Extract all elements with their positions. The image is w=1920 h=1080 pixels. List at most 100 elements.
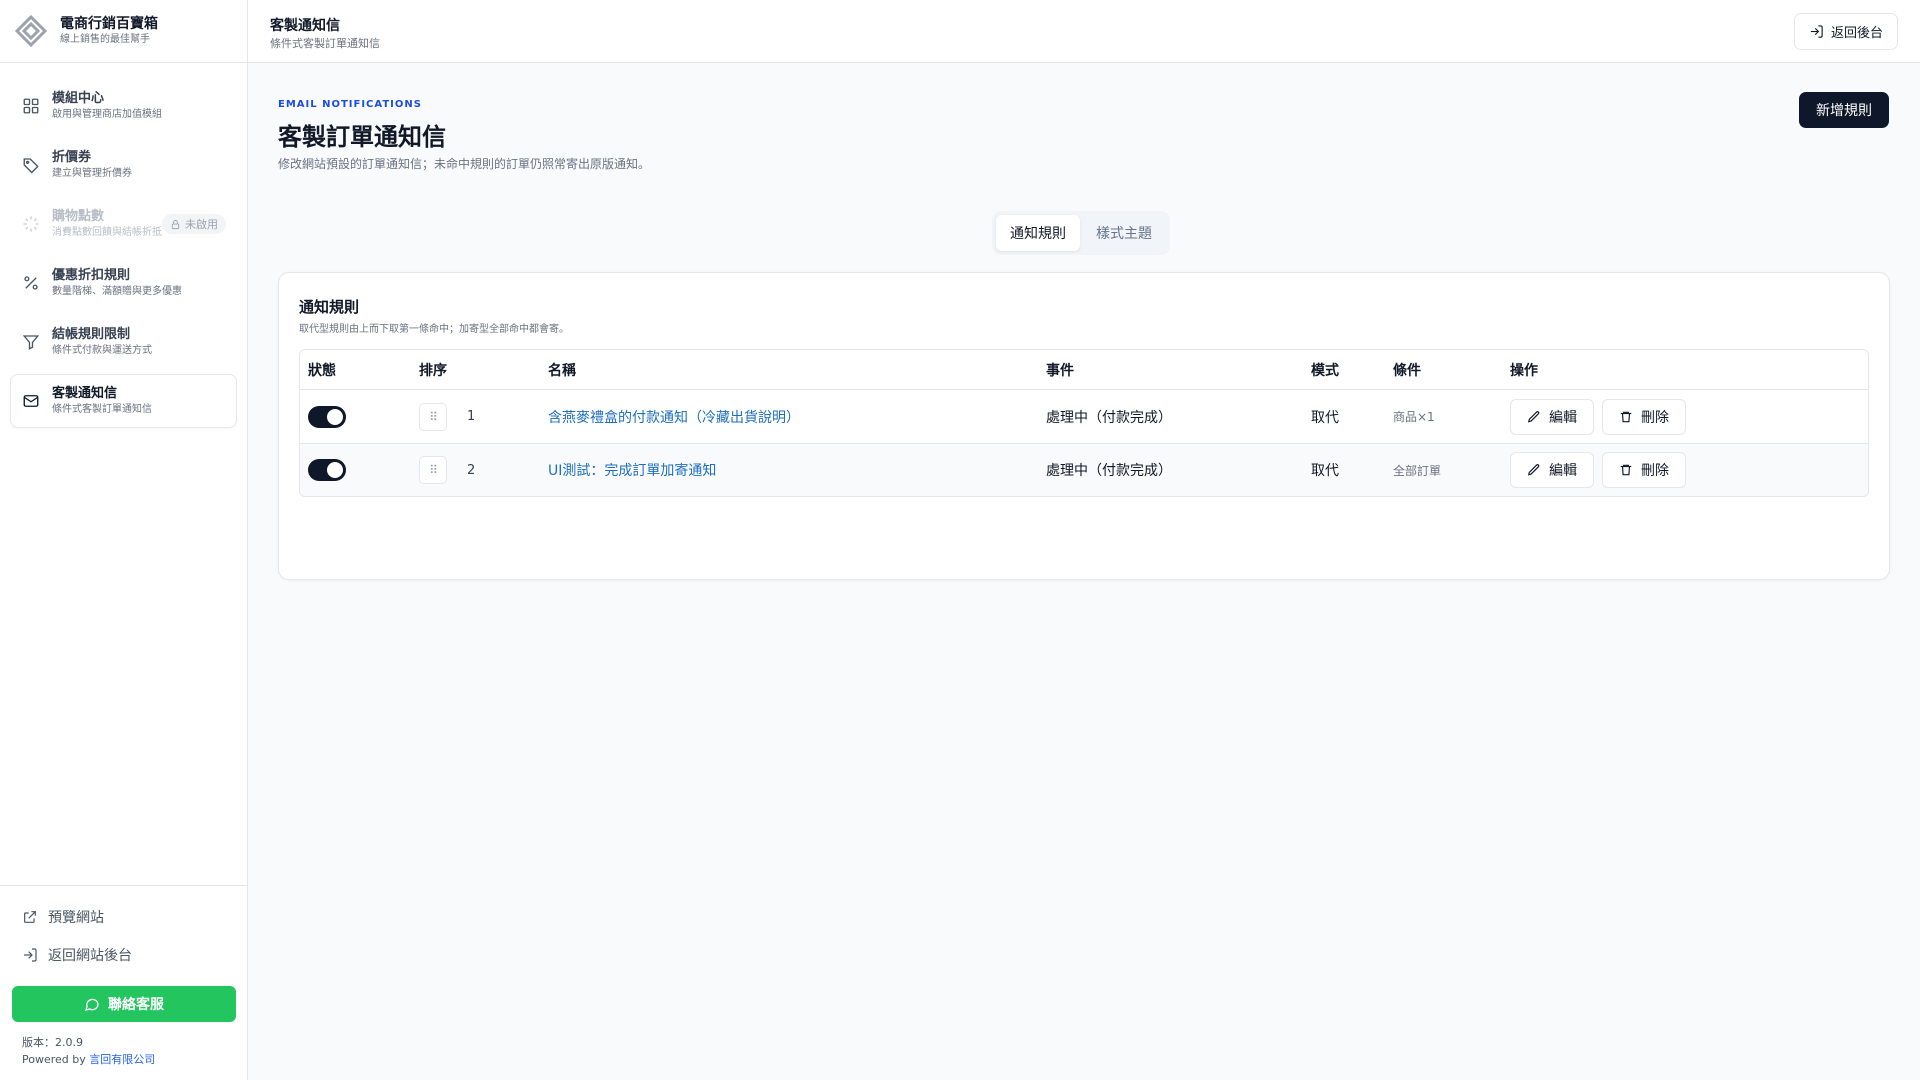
preview-site-label: 預覽網站: [48, 910, 104, 926]
back-to-backend-button[interactable]: 返回後台: [1793, 13, 1898, 50]
contact-support-label: 聯絡客服: [108, 997, 164, 1013]
log-in-icon: [1810, 25, 1823, 38]
grid-icon: [21, 96, 41, 116]
rule-event: 處理中（付款完成）: [1046, 409, 1172, 426]
tab-notification-rules[interactable]: 通知規則: [996, 215, 1080, 251]
column-header: 條件: [1393, 362, 1421, 379]
status-cell: [300, 459, 417, 481]
order-number: 2: [467, 462, 476, 478]
card-title: 通知規則: [299, 298, 360, 316]
topbar-subtitle: 條件式客製訂單通知信: [270, 37, 380, 50]
tab-style-themes[interactable]: 樣式主題: [1082, 215, 1166, 251]
column-header: 模式: [1311, 362, 1339, 379]
sidebar-item-desc: 數量階梯、滿額贈與更多優惠: [52, 286, 182, 297]
logo-icon: [14, 14, 48, 48]
column-header: 排序: [419, 362, 447, 379]
sidebar-item-modules[interactable]: 模組中心 啟用與管理商店加值模組: [10, 79, 237, 133]
sidebar-item-label: 客製通知信: [52, 386, 118, 401]
tab-bar: 通知規則 樣式主題: [992, 211, 1170, 255]
sidebar-item-label: 模組中心: [52, 91, 105, 106]
rule-event: 處理中（付款完成）: [1046, 463, 1172, 479]
rule-name-link[interactable]: 含燕麥禮盒的付款通知（冷藏出貨說明）: [548, 407, 1046, 427]
lock-icon: [171, 219, 180, 229]
sidebar-item-points[interactable]: 購物點數 消費點數回饋與結帳折抵 未啟用: [10, 197, 237, 251]
table-row: ⠿ 2 UI測試：完成訂單加寄通知 處理中（付款完成） 取代 全部訂單 編輯 刪…: [300, 443, 1868, 496]
disabled-badge: 未啟用: [162, 214, 226, 234]
order-cell: ⠿ 1: [417, 402, 548, 431]
rule-condition: 商品×1: [1393, 410, 1435, 424]
main-content: EMAIL NOTIFICATIONS 客製訂單通知信 修改網站預設的訂單通知信…: [248, 63, 1920, 1080]
loader-icon: [21, 214, 41, 234]
trash-icon: [1620, 464, 1632, 476]
sidebar-item-label: 折價券: [52, 150, 92, 165]
sidebar-item-label: 購物點數: [52, 209, 105, 224]
order-number: 1: [467, 409, 476, 424]
sidebar-item-discount-rules[interactable]: 優惠折扣規則 數量階梯、滿額贈與更多優惠: [10, 256, 237, 310]
row-actions: 編輯 刪除: [1510, 398, 1868, 435]
sidebar-nav: 模組中心 啟用與管理商店加值模組 折價券 建立與管理折價券 購物點數 消費點數回…: [0, 63, 247, 428]
rule-name-link[interactable]: UI測試：完成訂單加寄通知: [548, 460, 1046, 480]
mail-icon: [21, 391, 41, 411]
version-text: 版本：2.0.9: [22, 1036, 83, 1049]
sidebar-item-checkout-rules[interactable]: 結帳規則限制 條件式付款與運送方式: [10, 315, 237, 369]
sidebar-item-email-notifications[interactable]: 客製通知信 條件式客製訂單通知信: [10, 374, 237, 428]
back-to-backend-label: 返回後台: [1830, 26, 1883, 41]
edit-button[interactable]: 編輯: [1510, 452, 1594, 488]
sidebar-item-desc: 建立與管理折價券: [52, 168, 132, 179]
rules-card: 通知規則 取代型規則由上而下取第一條命中；加寄型全部命中都會寄。 狀態 排序 名…: [278, 272, 1890, 580]
page-description: 修改網站預設的訂單通知信；未命中規則的訂單仍照常寄出原版通知。: [278, 157, 651, 171]
back-to-admin-link[interactable]: 返回網站後台: [0, 936, 248, 974]
edit-button[interactable]: 編輯: [1510, 398, 1594, 435]
page-eyebrow: EMAIL NOTIFICATIONS: [278, 99, 422, 110]
powered-by: Powered by 言回有限公司: [0, 1051, 248, 1080]
contact-support-button[interactable]: 聯絡客服: [12, 986, 236, 1022]
brand[interactable]: 電商行銷百寶箱 線上銷售的最佳幫手: [0, 0, 247, 63]
delete-button[interactable]: 刪除: [1602, 398, 1686, 435]
column-header: 操作: [1510, 362, 1538, 379]
sidebar-item-label: 優惠折扣規則: [52, 268, 131, 283]
topbar: 客製通知信 條件式客製訂單通知信 返回後台: [248, 0, 1920, 63]
enabled-toggle[interactable]: [308, 405, 346, 428]
sidebar-footer: 預覽網站 返回網站後台 聯絡客服 版本：2.0.9 Powered by 言回有…: [0, 885, 248, 1080]
delete-label: 刪除: [1641, 409, 1669, 426]
powered-by-prefix: Powered by: [22, 1053, 90, 1066]
log-in-icon: [24, 948, 37, 962]
percent-icon: [21, 273, 41, 293]
column-header: 事件: [1046, 362, 1074, 379]
card-subtitle: 取代型規則由上而下取第一條命中；加寄型全部命中都會寄。: [299, 324, 569, 335]
sidebar-item-desc: 啟用與管理商店加值模組: [52, 109, 162, 120]
sidebar-item-coupons[interactable]: 折價券 建立與管理折價券: [10, 138, 237, 192]
column-header: 名稱: [548, 362, 576, 379]
pencil-icon: [1527, 410, 1540, 422]
preview-site-link[interactable]: 預覽網站: [0, 898, 248, 936]
sidebar: 電商行銷百寶箱 線上銷售的最佳幫手 模組中心 啟用與管理商店加值模組 折價券 建…: [0, 0, 248, 1080]
add-rule-button[interactable]: 新增規則: [1799, 92, 1889, 128]
rules-table: 狀態 排序 名稱 事件 模式 條件 操作 ⠿ 1 含燕麥禮盒的付款通知（冷藏出貨…: [299, 349, 1869, 497]
sidebar-item-desc: 條件式客製訂單通知信: [52, 404, 152, 415]
company-link[interactable]: 言回有限公司: [89, 1053, 155, 1066]
drag-handle-icon[interactable]: ⠿: [419, 456, 447, 484]
disabled-badge-label: 未啟用: [185, 218, 218, 231]
status-cell: [300, 405, 417, 428]
sidebar-item-desc: 消費點數回饋與結帳折抵: [52, 227, 162, 238]
filter-icon: [21, 332, 41, 352]
delete-button[interactable]: 刪除: [1602, 452, 1686, 488]
topbar-title: 客製通知信: [270, 18, 340, 34]
rule-mode: 取代: [1311, 463, 1339, 479]
column-header: 狀態: [308, 362, 336, 379]
edit-label: 編輯: [1549, 409, 1577, 426]
delete-label: 刪除: [1641, 463, 1669, 479]
rule-condition: 全部訂單: [1393, 463, 1442, 478]
rule-mode: 取代: [1311, 409, 1339, 426]
tag-icon: [21, 155, 41, 175]
drag-handle-icon[interactable]: ⠿: [419, 402, 447, 431]
chat-icon: [85, 998, 99, 1011]
edit-label: 編輯: [1549, 463, 1577, 479]
pencil-icon: [1527, 464, 1540, 476]
sidebar-item-desc: 條件式付款與運送方式: [52, 345, 152, 356]
back-to-admin-label: 返回網站後台: [48, 948, 132, 964]
order-cell: ⠿ 2: [417, 456, 548, 484]
enabled-toggle[interactable]: [308, 459, 346, 481]
sidebar-item-label: 結帳規則限制: [52, 327, 131, 342]
row-actions: 編輯 刪除: [1510, 452, 1868, 488]
